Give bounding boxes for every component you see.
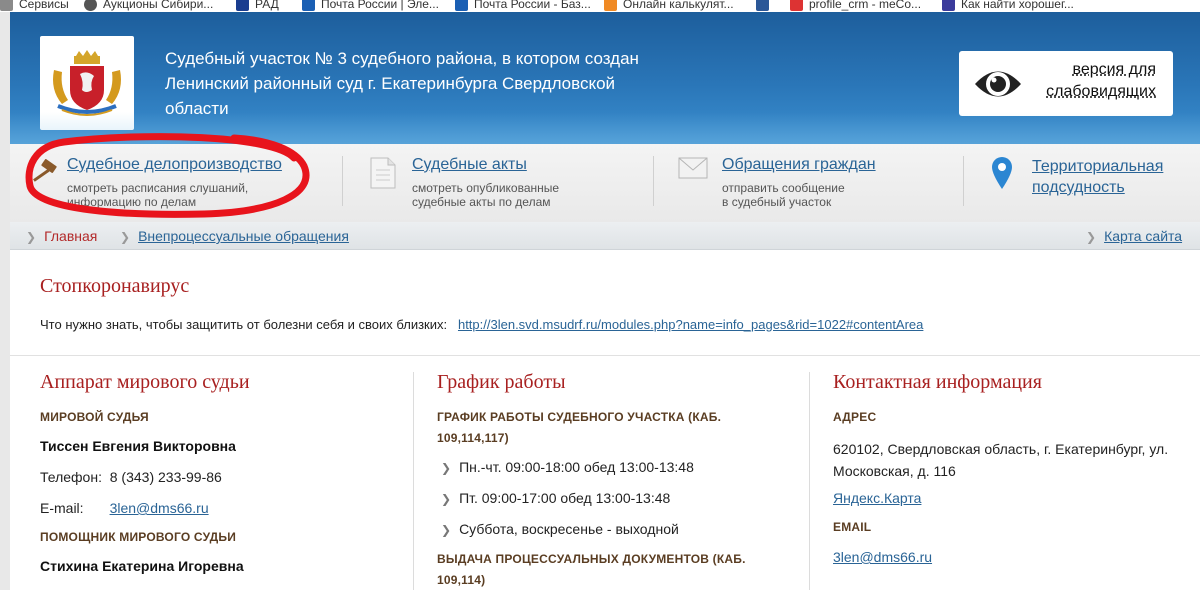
chevron-right-icon: ❯ bbox=[441, 492, 452, 506]
chevron-right-icon: ❯ bbox=[26, 230, 37, 244]
corona-text: Что нужно знать, чтобы защитить от болез… bbox=[40, 317, 924, 332]
breadcrumb-item[interactable]: ❯ Внепроцессуальные обращения bbox=[120, 228, 349, 244]
column-divider bbox=[809, 372, 810, 590]
yandex-map-link-wrap: Яндекс.Карта bbox=[833, 490, 921, 506]
chevron-right-icon: ❯ bbox=[1086, 230, 1097, 244]
breadcrumb-home[interactable]: ❯ Главная bbox=[26, 228, 97, 244]
column-divider bbox=[413, 372, 414, 590]
chevron-right-icon: ❯ bbox=[441, 523, 452, 537]
court-title: Судебный участок № 3 судебного района, в… bbox=[165, 49, 639, 118]
bookmark-auctions[interactable]: Аукционы Сибири... bbox=[84, 0, 213, 12]
top-navigation: Судебное делопроизводство смотреть распи… bbox=[10, 144, 1200, 222]
calculator-icon bbox=[604, 0, 617, 11]
rad-icon bbox=[236, 0, 249, 11]
judge-email: E-mail: 3len@dms66.ru bbox=[40, 500, 209, 516]
divider bbox=[10, 355, 1200, 356]
document-icon bbox=[370, 157, 396, 189]
bookmark-pochta-1[interactable]: Почта России | Эле... bbox=[302, 0, 439, 12]
bookmark-mail[interactable] bbox=[756, 0, 775, 12]
judge-name: Тиссен Евгения Викторовна bbox=[40, 438, 236, 454]
nav-item-territorial-jurisdiction[interactable]: Территориальная подсудность bbox=[970, 144, 1200, 222]
mail-icon bbox=[756, 0, 769, 11]
corona-title: Стопкоронавирус bbox=[40, 275, 190, 297]
bookmark-pochta-2[interactable]: Почта России - Баз... bbox=[455, 0, 591, 12]
bookmark-profile-crm[interactable]: profile_crm - meCo... bbox=[790, 0, 921, 12]
pochta-icon bbox=[455, 0, 468, 11]
nav-title-court-proceedings[interactable]: Судебное делопроизводство bbox=[67, 156, 282, 174]
bookmark-kak-nayti[interactable]: Как найти хорошег... bbox=[942, 0, 1074, 12]
nav-divider bbox=[653, 156, 654, 206]
map-pin-icon bbox=[992, 157, 1012, 189]
bookmarks-bar: Сервисы Аукционы Сибири... РАД Почта Рос… bbox=[0, 0, 1200, 12]
emblem[interactable] bbox=[40, 36, 134, 130]
nav-title-court-acts[interactable]: Судебные акты bbox=[412, 156, 527, 174]
bookmark-services[interactable]: Сервисы bbox=[0, 0, 69, 12]
yandex-map-link[interactable]: Яндекс.Карта bbox=[833, 490, 921, 506]
nav-divider bbox=[342, 156, 343, 206]
nav-item-citizen-appeals[interactable]: Обращения граждан отправить сообщение в … bbox=[660, 144, 960, 222]
nav-divider bbox=[963, 156, 964, 206]
address-text: 620102, Свердловская область, г. Екатери… bbox=[833, 441, 1169, 479]
breadcrumb: ❯ Главная ❯ Внепроцессуальные обращения ❯ К… bbox=[10, 222, 1200, 250]
assistant-name: Стихина Екатерина Игоревна bbox=[40, 558, 244, 574]
site-header: Судебный участок № 3 судебного района, в… bbox=[10, 12, 1200, 144]
chevron-right-icon: ❯ bbox=[441, 461, 452, 475]
low-vision-label: версия для слабовидящих bbox=[1046, 61, 1156, 100]
judge-email-link[interactable]: 3len@dms66.ru bbox=[110, 500, 209, 516]
coat-of-arms-icon bbox=[53, 50, 121, 116]
schedule-item: ❯ Суббота, воскресенье - выходной bbox=[441, 521, 679, 537]
schedule-title: График работы bbox=[437, 371, 566, 393]
assistant-caption: ПОМОЩНИК МИРОВОГО СУДЬИ bbox=[40, 530, 237, 544]
nav-sub-citizen-appeals: отправить сообщение в судебный участок bbox=[722, 181, 845, 209]
nav-item-court-acts[interactable]: Судебные акты смотреть опубликованные су… bbox=[350, 144, 650, 222]
address-caption: АДРЕС bbox=[833, 410, 877, 424]
gavel-icon bbox=[33, 159, 57, 182]
bookmark-calculator[interactable]: Онлайн калькулят... bbox=[604, 0, 734, 12]
judge-caption: МИРОВОЙ СУДЬЯ bbox=[40, 410, 149, 424]
sitemap-link[interactable]: ❯ Карта сайта bbox=[1086, 228, 1182, 244]
documents-caption: ВЫДАЧА ПРОЦЕССУАЛЬНЫХ ДОКУМЕНТОВ (КАБ. 1… bbox=[437, 552, 746, 587]
low-vision-version-button[interactable]: версия для слабовидящих bbox=[959, 51, 1173, 116]
nav-title-territorial-jurisdiction[interactable]: Территориальная подсудность bbox=[1032, 156, 1163, 198]
contacts-title: Контактная информация bbox=[833, 371, 1042, 393]
schedule-item: ❯ Пт. 09:00-17:00 обед 13:00-13:48 bbox=[441, 490, 671, 506]
page-left-border bbox=[0, 12, 10, 590]
contact-email-link[interactable]: 3len@dms66.ru bbox=[833, 549, 932, 565]
nav-sub-court-proceedings: смотреть расписания слушаний, информацию… bbox=[67, 181, 249, 209]
apparatus-title: Аппарат мирового судьи bbox=[40, 371, 250, 393]
nav-item-court-proceedings[interactable]: Судебное делопроизводство смотреть распи… bbox=[10, 144, 340, 222]
corona-link[interactable]: http://3len.svd.msudrf.ru/modules.php?na… bbox=[458, 317, 923, 332]
pochta-icon bbox=[302, 0, 315, 11]
envelope-icon bbox=[678, 157, 708, 179]
contact-email-wrap: 3len@dms66.ru bbox=[833, 549, 932, 565]
bookmark-rad[interactable]: РАД bbox=[236, 0, 279, 12]
eye-icon bbox=[975, 71, 1021, 97]
wizard-icon bbox=[942, 0, 955, 11]
nav-sub-court-acts: смотреть опубликованные судебные акты по… bbox=[412, 181, 560, 209]
chevron-right-icon: ❯ bbox=[120, 230, 131, 244]
globe-icon bbox=[84, 0, 97, 11]
schedule-caption: ГРАФИК РАБОТЫ СУДЕБНОГО УЧАСТКА (КАБ. 10… bbox=[437, 410, 722, 445]
email-caption: EMAIL bbox=[833, 520, 872, 534]
apps-icon bbox=[0, 0, 13, 11]
crm-icon bbox=[790, 0, 803, 11]
nav-title-citizen-appeals[interactable]: Обращения граждан bbox=[722, 156, 876, 174]
schedule-item: ❯ Пн.-чт. 09:00-18:00 обед 13:00-13:48 bbox=[441, 459, 694, 475]
judge-phone: Телефон: 8 (343) 233-99-86 bbox=[40, 469, 222, 485]
